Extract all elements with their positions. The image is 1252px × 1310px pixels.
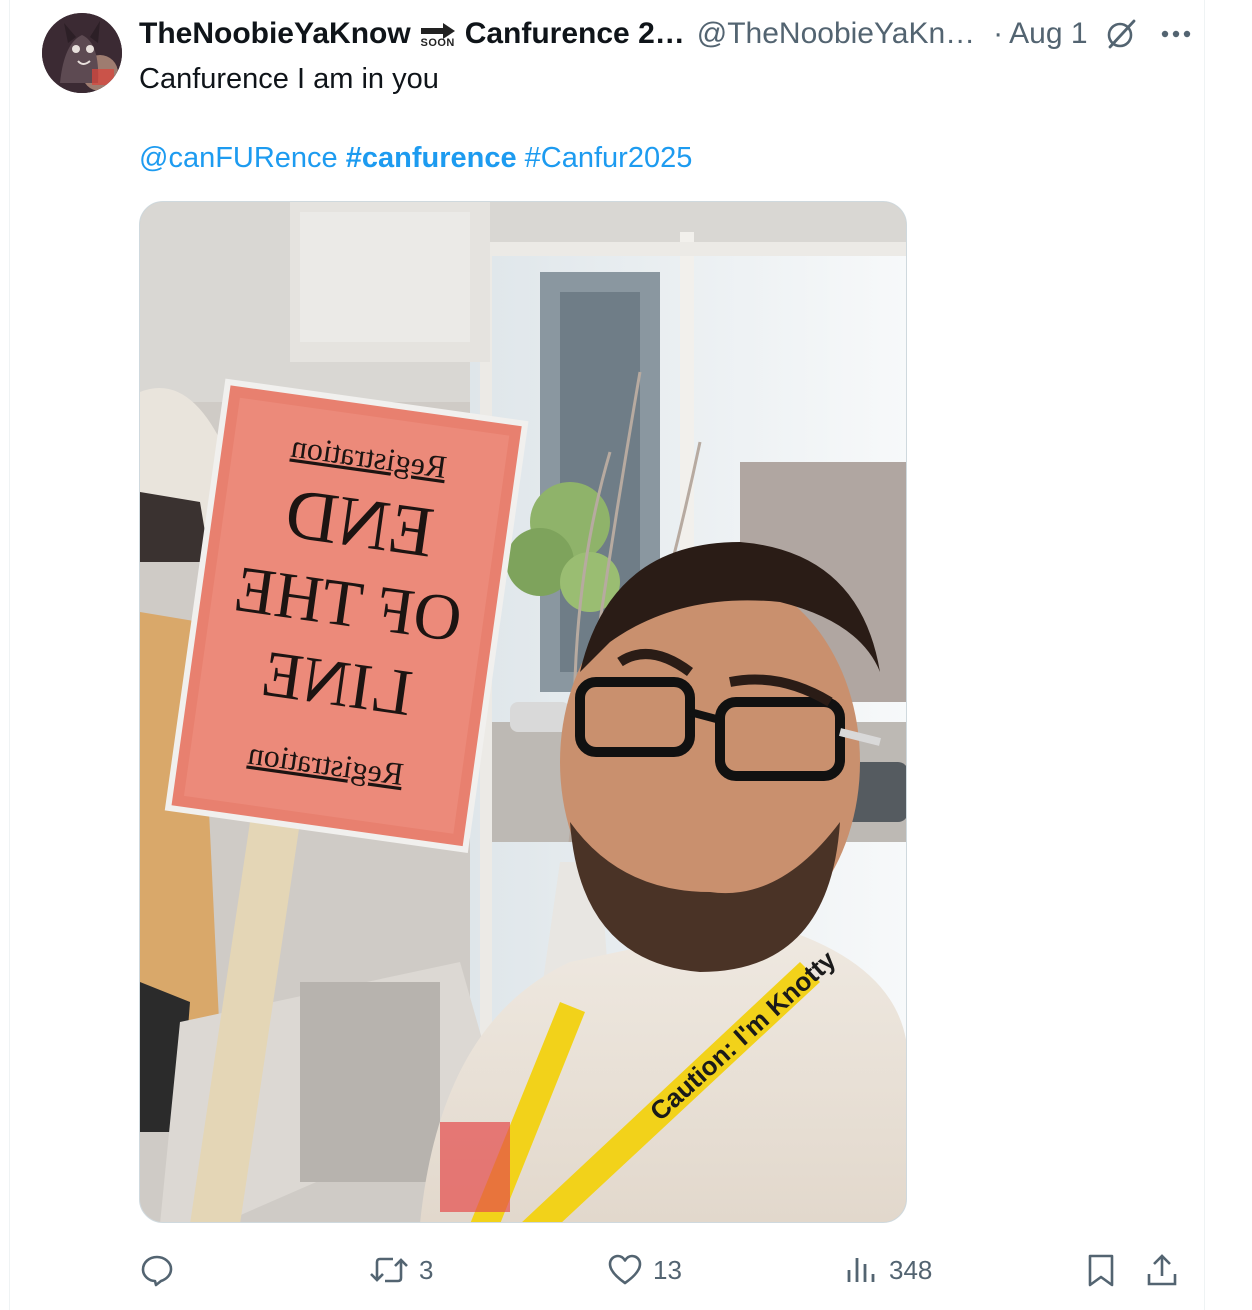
tweet-actions: 3 13 348 [139,1248,1179,1292]
soon-label: SOON [420,37,455,49]
views-icon [847,1258,875,1282]
tweet-photo[interactable]: Registration END OF THE LINE Registratio… [139,201,907,1223]
author-name[interactable]: TheNoobieYaKnow [139,17,411,51]
retweet-count: 3 [419,1254,434,1285]
reply-icon [141,1255,173,1287]
like-button[interactable]: 13 [607,1248,682,1292]
reply-button[interactable] [139,1248,185,1292]
retweet-icon [370,1257,408,1283]
bookmark-button[interactable] [1085,1248,1117,1292]
tweet-card[interactable]: TheNoobieYaKnow SOON Canfurence 2… @TheN… [9,0,1205,1310]
tweet-text: Canfurence I am in you [139,63,439,95]
hashtag-link-canfurence[interactable]: #canfurence [346,142,517,174]
views-count: 348 [889,1254,933,1285]
retweet-button[interactable]: 3 [369,1248,433,1292]
mention-link[interactable]: @canFURence [139,142,338,174]
hashtag-link-canfur2025[interactable]: #Canfur2025 [525,142,693,174]
tweet-date[interactable]: Aug 1 [1009,17,1087,51]
soon-arrow-icon: SOON [417,23,459,49]
views-button[interactable]: 348 [843,1248,932,1292]
display-name-suffix[interactable]: Canfurence 2… [465,17,685,51]
bookmark-icon [1088,1254,1114,1287]
share-icon [1147,1254,1177,1286]
author-handle[interactable]: @TheNoobieYaKn… [697,17,975,51]
separator-dot: · [993,17,1004,50]
more-icon[interactable] [1160,29,1192,39]
author-avatar[interactable] [42,13,122,93]
tweet-tags: @canFURence #canfurence #Canfur2025 [139,139,692,177]
tweet-header: TheNoobieYaKnow SOON Canfurence 2… @TheN… [139,14,1199,54]
share-button[interactable] [1145,1248,1179,1292]
heart-icon [608,1254,642,1285]
grok-icon[interactable] [1104,17,1138,51]
like-count: 13 [653,1254,682,1285]
